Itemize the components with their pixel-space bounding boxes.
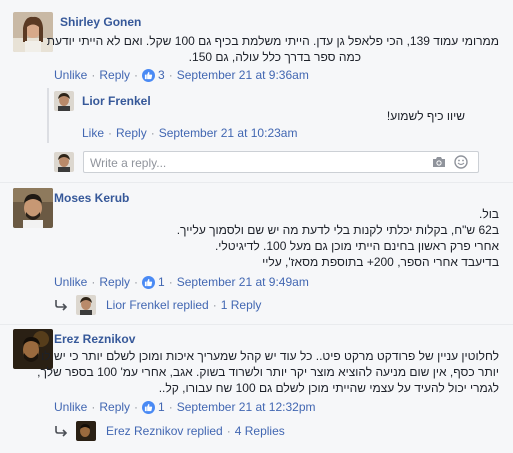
reply-count[interactable]: 1 Reply <box>221 298 262 312</box>
reply-arrow-icon <box>55 426 68 437</box>
reply-button[interactable]: Reply <box>116 126 147 140</box>
camera-icon[interactable] <box>432 156 446 168</box>
separator: · <box>168 68 173 82</box>
separator: · <box>226 424 231 438</box>
unlike-button[interactable]: Unlike <box>54 275 87 289</box>
comment-actions: Unlike · Reply · 1 · September 21 at 9:4… <box>54 275 309 289</box>
separator: · <box>150 126 155 140</box>
comment-actions: Unlike · Reply · 3 · September 21 at 9:3… <box>54 68 309 82</box>
separator: · <box>134 275 139 289</box>
comment-text-line: בול. <box>479 207 499 221</box>
separator: · <box>168 275 173 289</box>
separator: · <box>108 126 113 140</box>
reply-text: שיוו כיף לשמוע! <box>386 109 465 123</box>
emoji-icon[interactable] <box>454 155 468 169</box>
view-replies-link[interactable]: Erez Reznikov replied · 4 Replies <box>54 421 285 441</box>
comment-shirley: Shirley Gonen ממרומי עמוד 139, הכי פלאפל… <box>0 0 513 95</box>
reply-button[interactable]: Reply <box>99 275 130 289</box>
replied-name[interactable]: Erez Reznikov replied <box>106 424 223 438</box>
comment-text-line: יותר כסף, אין שום מניעה להוציא מוצר יקר … <box>37 365 499 379</box>
comment-text-line: ב62 ש"ח, בקלות יכלתי לקנות בלי לדעת מה י… <box>176 223 499 237</box>
like-badge-icon[interactable] <box>142 68 156 82</box>
separator: · <box>212 298 217 312</box>
separator: · <box>91 400 96 414</box>
comment-author[interactable]: Erez Reznikov <box>54 332 135 346</box>
reply-author[interactable]: Lior Frenkel <box>82 94 151 108</box>
reply-button[interactable]: Reply <box>99 400 130 414</box>
like-count[interactable]: 1 <box>158 400 165 414</box>
separator: · <box>134 68 139 82</box>
reply-button[interactable]: Reply <box>99 68 130 82</box>
unlike-button[interactable]: Unlike <box>54 68 87 82</box>
avatar <box>76 295 96 315</box>
comment-text-line: אחרי פרק ראשון בחינם הייתי מוכן גם מעל 1… <box>214 239 499 253</box>
reply-actions: Like · Reply · September 21 at 10:23am <box>82 126 297 140</box>
reply-count[interactable]: 4 Replies <box>235 424 285 438</box>
avatar[interactable] <box>54 91 74 111</box>
timestamp-link[interactable]: September 21 at 9:36am <box>177 68 309 82</box>
like-badge-icon[interactable] <box>142 400 156 414</box>
comment-text-line: לחלוטין עניין של פרודקט מרקט פיט.. כל עו… <box>41 349 499 363</box>
timestamp-link[interactable]: September 21 at 9:49am <box>177 275 309 289</box>
comment-actions: Unlike · Reply · 1 · September 21 at 12:… <box>54 400 316 414</box>
like-count[interactable]: 1 <box>158 275 165 289</box>
view-replies-link[interactable]: Lior Frenkel replied · 1 Reply <box>54 295 261 315</box>
comment-author[interactable]: Moses Kerub <box>54 191 129 205</box>
separator: · <box>134 400 139 414</box>
comment-erez: Erez Reznikov לחלוטין עניין של פרודקט מר… <box>0 325 513 453</box>
separator: · <box>168 400 173 414</box>
separator: · <box>91 275 96 289</box>
comment-text-line: ממרומי עמוד 139, הכי פלאפל גן עדן. הייתי… <box>46 34 499 48</box>
reply-lior: Lior Frenkel שיוו כיף לשמוע! Like · Repl… <box>0 88 513 143</box>
current-user-avatar <box>54 152 74 172</box>
comment-text-line: כמה ספר בדרך כלל עולה, גם 150. <box>188 50 361 64</box>
comment-text-line: בדיעבד אחרי הספר, 200+ בתוספת מסאז', עלי… <box>262 255 499 269</box>
comment-thread: Shirley Gonen ממרומי עמוד 139, הכי פלאפל… <box>0 0 513 453</box>
replied-name[interactable]: Lior Frenkel replied <box>106 298 209 312</box>
comment-author[interactable]: Shirley Gonen <box>60 15 141 29</box>
avatar <box>76 421 96 441</box>
separator: · <box>91 68 96 82</box>
timestamp-link[interactable]: September 21 at 10:23am <box>159 126 298 140</box>
avatar[interactable] <box>13 188 53 228</box>
like-count[interactable]: 3 <box>158 68 165 82</box>
comment-moses: Moses Kerub בול. ב62 ש"ח, בקלות יכלתי לק… <box>0 183 513 315</box>
like-button[interactable]: Like <box>82 126 104 140</box>
timestamp-link[interactable]: September 21 at 12:32pm <box>177 400 316 414</box>
reply-arrow-icon <box>55 300 68 311</box>
reply-placeholder: Write a reply... <box>90 156 167 170</box>
unlike-button[interactable]: Unlike <box>54 400 87 414</box>
reply-input[interactable]: Write a reply... <box>83 151 479 173</box>
comment-text-line: לגמרי יכול להעיד על עצמי שהייתי מוכן לשל… <box>158 381 499 395</box>
like-badge-icon[interactable] <box>142 275 156 289</box>
